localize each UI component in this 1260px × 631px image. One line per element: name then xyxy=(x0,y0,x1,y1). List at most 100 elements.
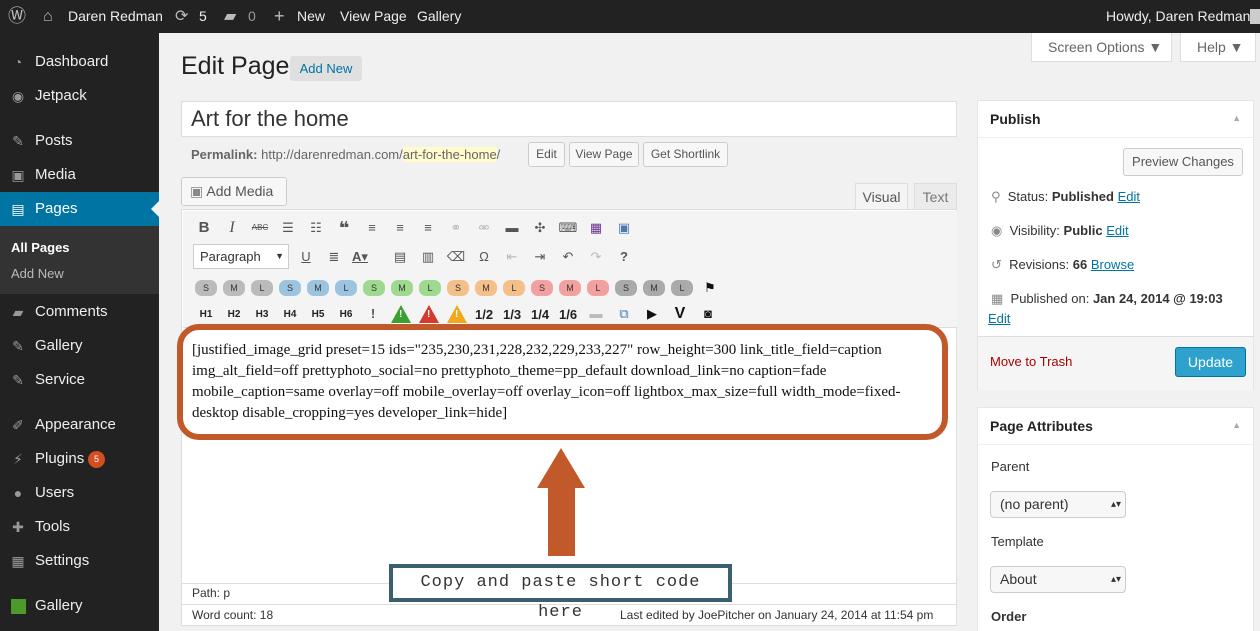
menu-posts[interactable]: ✎ Posts xyxy=(0,124,159,158)
undo-icon[interactable]: ↶ xyxy=(557,246,579,268)
edit-date-link[interactable]: Edit xyxy=(988,311,1010,326)
clear-formatting-icon[interactable]: ⌫ xyxy=(445,246,467,268)
shortcode-red-l-icon[interactable]: L xyxy=(587,280,609,296)
submenu-add-new[interactable]: Add New xyxy=(11,266,64,281)
shortcode-orange-s-icon[interactable]: S xyxy=(447,280,469,296)
link-icon[interactable]: ⚭ xyxy=(445,217,467,239)
edit-visibility-link[interactable]: Edit xyxy=(1106,223,1128,238)
grid-icon[interactable]: ▦ xyxy=(585,217,607,239)
unlink-icon[interactable]: ⚮ xyxy=(473,217,495,239)
indent-icon[interactable]: ⇥ xyxy=(529,246,551,268)
parent-select[interactable]: (no parent) ▴▾ xyxy=(990,491,1126,518)
outdent-icon[interactable]: ⇤ xyxy=(501,246,523,268)
red-warning-icon[interactable]: ! xyxy=(419,305,439,323)
italic-icon[interactable]: I xyxy=(221,217,243,239)
h4-button[interactable]: H4 xyxy=(278,309,302,320)
special-character-icon[interactable]: Ω xyxy=(473,246,495,268)
menu-gallery[interactable]: ✎ Gallery xyxy=(0,329,159,363)
shortcode-orange-l-icon[interactable]: L xyxy=(503,280,525,296)
shortcode-gray-s-icon[interactable]: S xyxy=(195,280,217,296)
redo-icon[interactable]: ↷ xyxy=(585,246,607,268)
shortcode-green-s-icon[interactable]: S xyxy=(363,280,385,296)
youtube-icon[interactable]: ▶ xyxy=(641,303,663,325)
green-warning-icon[interactable]: ! xyxy=(391,305,411,323)
text-color-icon[interactable]: A▾ xyxy=(349,246,371,268)
edit-status-link[interactable]: Edit xyxy=(1118,189,1140,204)
vimeo-icon[interactable]: V xyxy=(669,303,691,325)
gallery-insert-icon[interactable]: ▣ xyxy=(613,217,635,239)
divider-icon[interactable]: ▬ xyxy=(585,303,607,325)
preview-changes-button[interactable]: Preview Changes xyxy=(1123,148,1243,176)
paste-word-icon[interactable]: ▥ xyxy=(417,246,439,268)
edit-permalink-button[interactable]: Edit xyxy=(528,142,565,167)
numbered-list-icon[interactable]: ☷ xyxy=(305,217,327,239)
menu-appearance[interactable]: ✐ Appearance xyxy=(0,408,159,442)
menu-settings[interactable]: ▦ Settings xyxy=(0,544,159,578)
exclamation-icon[interactable]: ! xyxy=(362,303,384,325)
post-title-input[interactable]: Art for the home xyxy=(181,101,957,137)
view-page-button[interactable]: View Page xyxy=(569,142,639,167)
gallery-link[interactable]: Gallery xyxy=(417,0,461,33)
shortcode-dark-l-icon[interactable]: L xyxy=(671,280,693,296)
help-icon[interactable]: ? xyxy=(613,246,635,268)
blockquote-icon[interactable]: ❝ xyxy=(333,217,355,239)
get-shortlink-button[interactable]: Get Shortlink xyxy=(643,142,728,167)
shortcode-red-s-icon[interactable]: S xyxy=(531,280,553,296)
add-new-page-button[interactable]: Add New xyxy=(290,56,362,81)
paste-text-icon[interactable]: ▤ xyxy=(389,246,411,268)
howdy-account[interactable]: Howdy, Daren Redman xyxy=(1106,0,1250,33)
menu-media[interactable]: ▣ Media xyxy=(0,158,159,192)
justify-icon[interactable]: ≣ xyxy=(323,246,345,268)
bold-icon[interactable]: B xyxy=(193,217,215,239)
keyboard-icon[interactable]: ⌨ xyxy=(557,217,579,239)
shortcode-green-m-icon[interactable]: M xyxy=(391,280,413,296)
strikethrough-icon[interactable]: ABC xyxy=(249,217,271,239)
tab-text[interactable]: Text xyxy=(914,183,957,209)
menu-dashboard[interactable]: ◔ Dashboard xyxy=(0,45,159,79)
format-select[interactable]: Paragraph ▼ xyxy=(193,244,289,269)
shortcode-blue-m-icon[interactable]: M xyxy=(307,280,329,296)
menu-service[interactable]: ✎ Service xyxy=(0,363,159,397)
collapse-icon[interactable]: ▲ xyxy=(1232,420,1241,430)
shortcode-dark-s-icon[interactable]: S xyxy=(615,280,637,296)
align-right-icon[interactable]: ≡ xyxy=(417,217,439,239)
menu-plugins[interactable]: ⚡ Plugins 5 xyxy=(0,442,159,476)
flag-icon[interactable]: ⚑ xyxy=(699,277,721,299)
update-button[interactable]: Update xyxy=(1175,347,1246,377)
underline-icon[interactable]: U xyxy=(295,246,317,268)
shortcode-red-m-icon[interactable]: M xyxy=(559,280,581,296)
shortcode-gray-m-icon[interactable]: M xyxy=(223,280,245,296)
shortcode-green-l-icon[interactable]: L xyxy=(419,280,441,296)
yellow-warning-icon[interactable]: ! xyxy=(447,305,467,323)
submenu-all-pages[interactable]: All Pages xyxy=(11,240,70,255)
menu-jetpack[interactable]: ◉ Jetpack xyxy=(0,79,159,113)
menu-users[interactable]: ● Users xyxy=(0,476,159,510)
collapse-icon[interactable]: ▲ xyxy=(1232,113,1241,123)
third-column-button[interactable]: 1/3 xyxy=(503,307,521,322)
menu-gallery-plugin[interactable]: Gallery xyxy=(0,589,159,623)
view-page-link[interactable]: View Page xyxy=(340,0,407,33)
shortcode-blue-s-icon[interactable]: S xyxy=(279,280,301,296)
align-center-icon[interactable]: ≡ xyxy=(389,217,411,239)
camera-icon[interactable]: ◙ xyxy=(697,303,719,325)
shortcode-gray-l-icon[interactable]: L xyxy=(251,280,273,296)
move-to-trash-link[interactable]: Move to Trash xyxy=(990,354,1072,369)
add-media-button[interactable]: ▣ Add Media xyxy=(181,177,287,206)
fullscreen-icon[interactable]: ✣ xyxy=(529,217,551,239)
h6-button[interactable]: H6 xyxy=(334,309,358,320)
h2-button[interactable]: H2 xyxy=(222,309,246,320)
half-column-button[interactable]: 1/2 xyxy=(475,307,493,322)
sixth-column-button[interactable]: 1/6 xyxy=(559,307,577,322)
site-name-link[interactable]: Daren Redman xyxy=(68,0,163,33)
browse-revisions-link[interactable]: Browse xyxy=(1091,257,1134,272)
h5-button[interactable]: H5 xyxy=(306,309,330,320)
screen-options-button[interactable]: Screen Options ▼ xyxy=(1031,33,1172,62)
quarter-column-button[interactable]: 1/4 xyxy=(531,307,549,322)
menu-tools[interactable]: ✚ Tools xyxy=(0,510,159,544)
updates-icon[interactable]: ⟳ xyxy=(175,0,188,33)
menu-pages[interactable]: ▤ Pages xyxy=(0,192,159,226)
shortcode-blue-l-icon[interactable]: L xyxy=(335,280,357,296)
new-content-link[interactable]: New xyxy=(297,0,325,33)
shortcode-dark-m-icon[interactable]: M xyxy=(643,280,665,296)
h1-button[interactable]: H1 xyxy=(194,309,218,320)
